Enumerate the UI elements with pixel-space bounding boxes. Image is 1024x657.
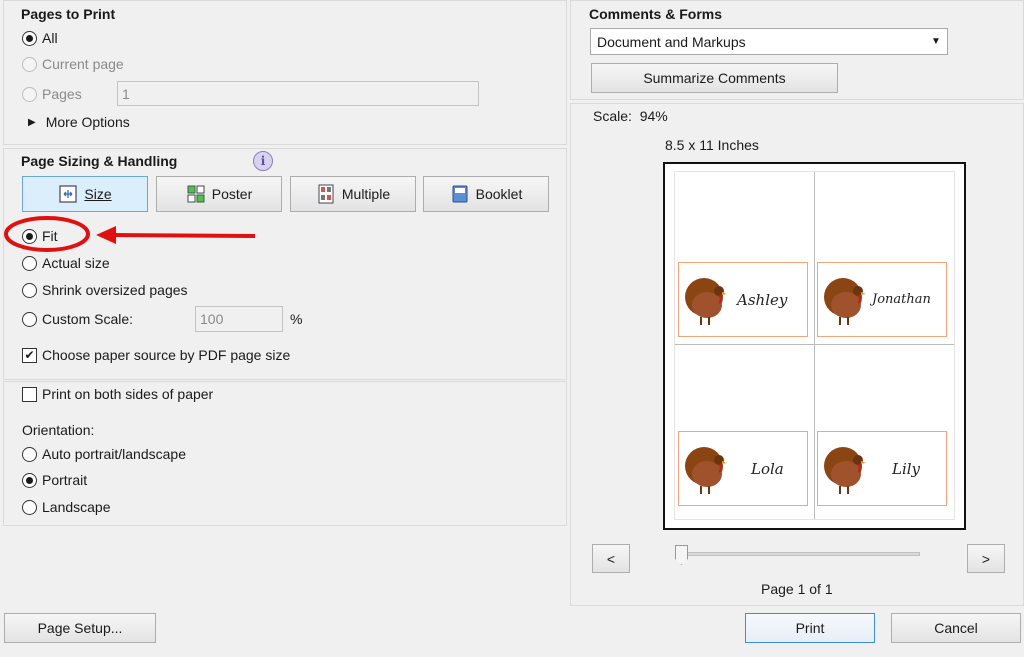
turkey-icon: [685, 278, 727, 325]
radio-pages-indicator[interactable]: [22, 86, 37, 102]
sheet-divider-vertical: [814, 172, 815, 519]
page-setup-button[interactable]: Page Setup...: [4, 613, 156, 643]
radio-all[interactable]: All: [22, 28, 58, 48]
tab-multiple[interactable]: Multiple: [290, 176, 416, 212]
tab-size-label: Size: [84, 186, 112, 202]
turkey-icon: [685, 447, 727, 494]
radio-portrait[interactable]: Portrait: [22, 470, 87, 490]
radio-current-page[interactable]: Current page: [22, 54, 124, 74]
card-name: Lola: [751, 460, 784, 478]
radio-shrink-oversized[interactable]: Shrink oversized pages: [22, 280, 188, 300]
place-card: Ashley: [678, 262, 808, 337]
tab-poster[interactable]: Poster: [156, 176, 282, 212]
cancel-button[interactable]: Cancel: [891, 613, 1021, 643]
next-page-label: >: [981, 550, 991, 567]
turkey-icon: [824, 447, 866, 494]
page-indicator: Page 1 of 1: [761, 581, 833, 597]
pages-range-input[interactable]: 1: [117, 81, 479, 106]
previous-page-label: <: [606, 550, 616, 567]
next-page-button[interactable]: >: [967, 544, 1005, 573]
chevron-down-icon: ▼: [931, 36, 941, 47]
radio-all-indicator[interactable]: [22, 30, 37, 46]
page-slider-track[interactable]: [678, 552, 920, 556]
annotation-arrowhead: [96, 226, 116, 244]
page-slider-thumb[interactable]: [675, 545, 688, 565]
both-sides-check-indicator[interactable]: [22, 386, 37, 402]
paper-source-checkbox[interactable]: ✔ Choose paper source by PDF page size: [22, 345, 290, 365]
page-setup-label: Page Setup...: [37, 620, 123, 636]
radio-landscape-label: Landscape: [42, 499, 111, 515]
tab-poster-label: Poster: [211, 186, 253, 202]
comments-forms-panel: Comments & Forms Document and Markups ▼ …: [570, 0, 1024, 100]
annotation-highlight: [4, 216, 256, 252]
tab-booklet-label: Booklet: [475, 186, 523, 202]
both-sides-checkbox[interactable]: Print on both sides of paper: [22, 384, 213, 404]
custom-scale-input[interactable]: 100: [195, 306, 283, 332]
summarize-comments-label: Summarize Comments: [643, 70, 786, 86]
page-sizing-panel: Page Sizing & Handling i Size Poster Mul…: [3, 148, 567, 380]
tab-booklet[interactable]: Booklet: [423, 176, 549, 212]
pages-to-print-panel: Pages to Print All Current page Pages 1 …: [3, 0, 567, 145]
radio-pages-label: Pages: [42, 86, 82, 102]
annotation-ellipse: [4, 216, 90, 252]
radio-pages[interactable]: Pages: [22, 84, 82, 104]
sheet-divider-horizontal: [675, 344, 954, 345]
annotation-arrow-line: [111, 233, 256, 238]
poster-icon: [187, 185, 205, 203]
print-label: Print: [795, 620, 825, 636]
more-options-label: More Options: [45, 114, 130, 130]
paper-size-label: 8.5 x 11 Inches: [665, 137, 759, 153]
place-card: Lola: [678, 431, 808, 506]
multiple-icon: [318, 184, 334, 204]
pages-to-print-title: Pages to Print: [21, 6, 116, 22]
scale-text: Scale: 94%: [593, 108, 668, 124]
card-name: Lily: [892, 460, 921, 478]
tab-multiple-label: Multiple: [341, 186, 391, 202]
radio-auto-label: Auto portrait/landscape: [42, 446, 186, 462]
percent-label: %: [290, 311, 303, 327]
both-sides-label: Print on both sides of paper: [42, 386, 214, 402]
radio-landscape-indicator[interactable]: [22, 499, 37, 515]
comments-forms-select[interactable]: Document and Markups ▼: [590, 28, 948, 55]
radio-auto-indicator[interactable]: [22, 446, 37, 462]
cancel-label: Cancel: [934, 620, 978, 636]
preview-panel: Scale: 94% 8.5 x 11 Inches Ashley Jonath…: [570, 103, 1024, 606]
radio-portrait-label: Portrait: [42, 472, 88, 488]
previous-page-button[interactable]: <: [592, 544, 630, 573]
radio-custom-scale[interactable]: Custom Scale:: [22, 309, 133, 329]
triangle-right-icon: ▶: [28, 116, 36, 128]
radio-shrink-label: Shrink oversized pages: [42, 282, 188, 298]
place-card: Lily: [817, 431, 947, 506]
radio-auto-orientation[interactable]: Auto portrait/landscape: [22, 444, 186, 464]
preview-page: Ashley Jonathan Lola Lily: [663, 162, 966, 530]
orientation-panel: Print on both sides of paper Orientation…: [3, 381, 567, 526]
print-button[interactable]: Print: [745, 613, 875, 643]
info-icon[interactable]: i: [253, 151, 273, 171]
card-name: Jonathan: [872, 292, 931, 307]
radio-portrait-indicator[interactable]: [22, 472, 37, 488]
radio-landscape[interactable]: Landscape: [22, 497, 111, 517]
paper-source-check-indicator[interactable]: ✔: [22, 347, 37, 363]
card-name: Ashley: [737, 291, 788, 309]
radio-custom-scale-indicator[interactable]: [22, 311, 37, 327]
size-icon: [59, 185, 77, 203]
turkey-icon: [824, 278, 866, 325]
comments-forms-selected: Document and Markups: [597, 33, 746, 50]
radio-current-page-indicator[interactable]: [22, 56, 37, 72]
radio-custom-scale-label: Custom Scale:: [42, 311, 134, 327]
orientation-title: Orientation:: [22, 422, 95, 438]
paper-source-label: Choose paper source by PDF page size: [42, 347, 291, 363]
summarize-comments-button[interactable]: Summarize Comments: [591, 63, 838, 93]
page-sizing-title: Page Sizing & Handling: [21, 153, 178, 169]
more-options-toggle[interactable]: ▶ More Options: [28, 112, 130, 132]
tab-size[interactable]: Size: [22, 176, 148, 212]
radio-current-page-label: Current page: [42, 56, 124, 72]
radio-shrink-indicator[interactable]: [22, 282, 37, 298]
place-card: Jonathan: [817, 262, 947, 337]
comments-forms-title: Comments & Forms: [589, 6, 723, 22]
radio-all-label: All: [42, 30, 58, 46]
booklet-icon: [452, 185, 468, 203]
